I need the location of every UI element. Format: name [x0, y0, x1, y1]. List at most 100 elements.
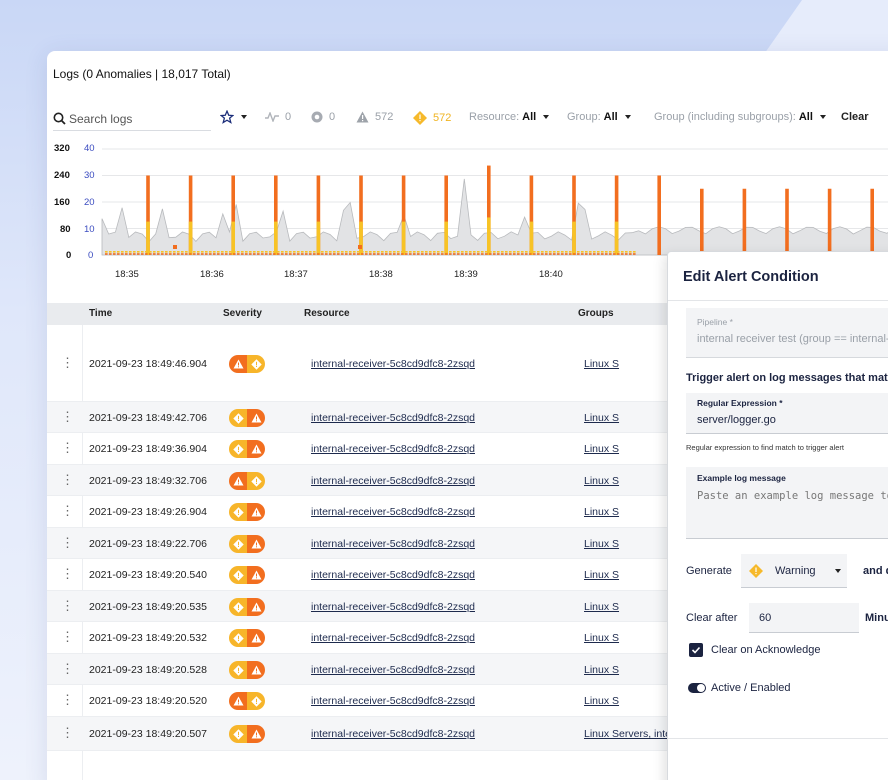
warning-count: 572: [433, 112, 452, 124]
row-menu-icon[interactable]: ⋮: [61, 504, 74, 517]
favorites-dropdown[interactable]: [220, 110, 248, 124]
row-menu-icon[interactable]: ⋮: [61, 473, 74, 486]
baseline-mark: [133, 251, 136, 253]
baseline-mark: [109, 251, 112, 253]
baseline-mark: [633, 251, 636, 253]
row-resource-link[interactable]: internal-receiver-5c8cd9dfc8-2zsqd: [311, 664, 475, 676]
active-toggle[interactable]: [688, 683, 706, 693]
clear-after-input[interactable]: 60: [749, 603, 859, 633]
row-menu-icon[interactable]: ⋮: [61, 693, 74, 706]
baseline-mark: [517, 253, 520, 255]
row-menu-icon[interactable]: ⋮: [61, 630, 74, 643]
baseline-mark: [593, 253, 596, 255]
row-resource-link[interactable]: internal-receiver-5c8cd9dfc8-2zsqd: [311, 569, 475, 581]
row-group-link[interactable]: Linux S: [584, 632, 619, 644]
row-menu-icon[interactable]: ⋮: [61, 410, 74, 423]
row-severity: [229, 535, 265, 553]
severity-select[interactable]: Warning: [741, 554, 847, 588]
row-group-link[interactable]: Linux S: [584, 506, 619, 518]
baseline-mark: [401, 253, 404, 255]
row-menu-icon[interactable]: ⋮: [61, 567, 74, 580]
baseline-mark: [565, 251, 568, 253]
baseline-mark: [265, 253, 268, 255]
row-menu-icon[interactable]: ⋮: [61, 441, 74, 454]
row-resource-link[interactable]: internal-receiver-5c8cd9dfc8-2zsqd: [311, 412, 475, 424]
row-resource-link[interactable]: internal-receiver-5c8cd9dfc8-2zsqd: [311, 632, 475, 644]
row-resource-link[interactable]: internal-receiver-5c8cd9dfc8-2zsqd: [311, 601, 475, 613]
clear-filters-button[interactable]: Clear: [841, 111, 869, 123]
row-menu-icon[interactable]: ⋮: [61, 726, 74, 739]
row-group-link[interactable]: Linux S: [584, 664, 619, 676]
baseline-mark: [333, 253, 336, 255]
row-menu-icon[interactable]: ⋮: [61, 662, 74, 675]
baseline-mark: [461, 253, 464, 255]
row-menu-icon[interactable]: ⋮: [61, 356, 74, 369]
row-resource-link[interactable]: internal-receiver-5c8cd9dfc8-2zsqd: [311, 695, 475, 707]
baseline-mark: [581, 251, 584, 253]
warning-filter[interactable]: 572: [413, 111, 451, 125]
regex-field[interactable]: Regular Expression * server/logger.go: [686, 393, 888, 434]
baseline-mark: [169, 251, 172, 253]
baseline-mark: [513, 253, 516, 255]
baseline-mark: [281, 253, 284, 255]
baseline-mark: [593, 251, 596, 253]
row-group-link[interactable]: Linux S: [584, 569, 619, 581]
row-resource-link[interactable]: internal-receiver-5c8cd9dfc8-2zsqd: [311, 475, 475, 487]
row-group-link[interactable]: Linux S: [584, 538, 619, 550]
resource-filter[interactable]: Resource: All: [469, 111, 550, 123]
baseline-mark: [481, 251, 484, 253]
col-groups[interactable]: Groups: [578, 308, 614, 319]
group-filter[interactable]: Group: All: [567, 111, 632, 123]
baseline-mark: [617, 253, 620, 255]
subgroups-filter[interactable]: Group (including subgroups): All: [654, 111, 827, 123]
baseline-mark: [325, 253, 328, 255]
col-resource[interactable]: Resource: [304, 308, 350, 319]
col-time[interactable]: Time: [89, 308, 112, 319]
baseline-mark: [369, 253, 372, 255]
baseline-mark: [117, 253, 120, 255]
row-group-link[interactable]: Linux S: [584, 358, 619, 370]
clear-on-ack-checkbox[interactable]: [689, 643, 703, 657]
row-group-link[interactable]: Linux S: [584, 475, 619, 487]
critical-filter[interactable]: 572: [356, 111, 393, 123]
anomaly-filter[interactable]: 0: [265, 111, 291, 123]
baseline-mark: [617, 251, 620, 253]
search-input[interactable]: [69, 111, 199, 126]
example-message-field[interactable]: Example log message Paste an example log…: [686, 467, 888, 539]
row-group-link[interactable]: Linux S: [584, 695, 619, 707]
row-menu-icon[interactable]: ⋮: [61, 599, 74, 612]
row-group-link[interactable]: Linux S: [584, 443, 619, 455]
volume-area: [101, 178, 888, 256]
baseline-mark: [433, 253, 436, 255]
row-group-link[interactable]: Linux S: [584, 601, 619, 613]
row-resource-link[interactable]: internal-receiver-5c8cd9dfc8-2zsqd: [311, 506, 475, 518]
baseline-mark: [577, 253, 580, 255]
ok-filter[interactable]: 0: [311, 111, 335, 123]
warning-severity-icon: [229, 535, 247, 553]
baseline-mark: [381, 253, 384, 255]
error-severity-icon: [247, 535, 265, 553]
row-menu-icon[interactable]: ⋮: [61, 536, 74, 549]
row-resource-link[interactable]: internal-receiver-5c8cd9dfc8-2zsqd: [311, 728, 475, 740]
baseline-mark: [229, 253, 232, 255]
pipeline-label: Pipeline *: [697, 317, 733, 327]
row-resource-link[interactable]: internal-receiver-5c8cd9dfc8-2zsqd: [311, 443, 475, 455]
search-box[interactable]: [53, 107, 211, 131]
row-group-link[interactable]: Linux S: [584, 412, 619, 424]
baseline-mark: [377, 251, 380, 253]
col-severity[interactable]: Severity: [223, 308, 262, 319]
baseline-mark: [481, 253, 484, 255]
baseline-mark: [305, 251, 308, 253]
warning-bar: [274, 221, 278, 255]
baseline-mark: [289, 251, 292, 253]
pipeline-field[interactable]: Pipeline * internal receiver test (group…: [686, 308, 888, 358]
baseline-mark: [233, 253, 236, 255]
warning-bar: [146, 221, 150, 255]
row-resource-link[interactable]: internal-receiver-5c8cd9dfc8-2zsqd: [311, 538, 475, 550]
row-resource-link[interactable]: internal-receiver-5c8cd9dfc8-2zsqd: [311, 358, 475, 370]
baseline-mark: [633, 253, 636, 255]
baseline-mark: [217, 253, 220, 255]
baseline-mark: [261, 251, 264, 253]
baseline-mark: [553, 251, 556, 253]
minutes-label: Minutes: [865, 612, 888, 624]
